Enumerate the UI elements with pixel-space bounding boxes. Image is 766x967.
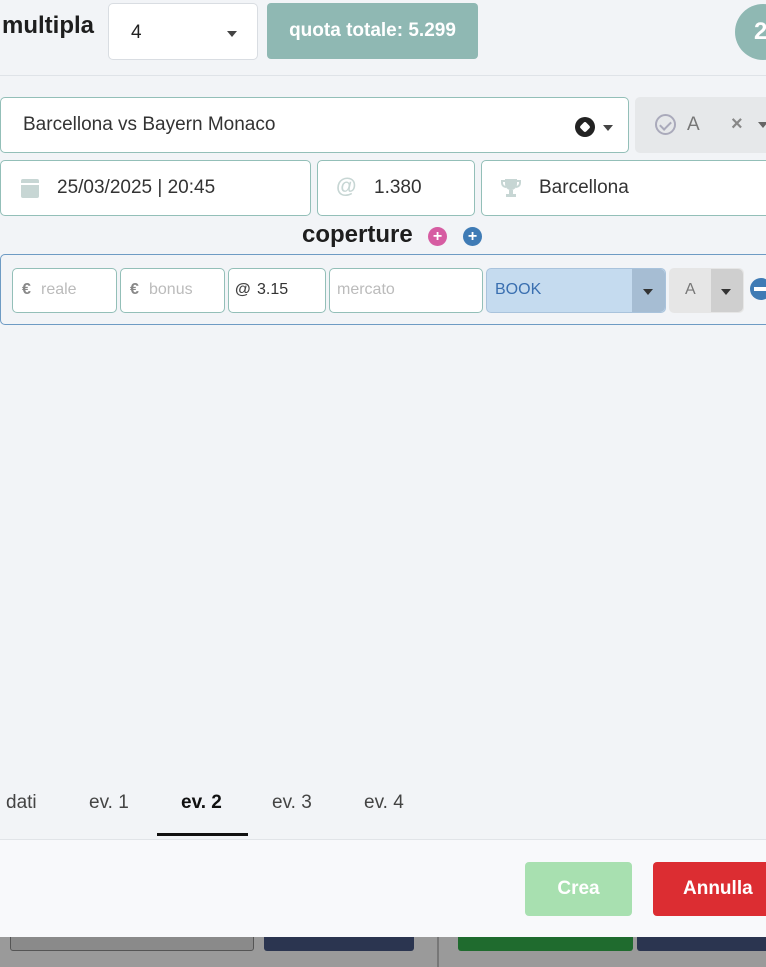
match-input[interactable]: Barcellona vs Bayern Monaco [0, 97, 629, 153]
tab-ev-1[interactable]: ev. 1 [89, 792, 129, 814]
event-count-value: 4 [131, 22, 142, 43]
check-circle-icon [655, 114, 676, 135]
tab-dati[interactable]: dati [6, 792, 37, 814]
background-field [458, 937, 633, 951]
real-stake-input[interactable]: € reale [12, 268, 117, 313]
account-select[interactable]: A [669, 268, 744, 313]
tab-ev-4[interactable]: ev. 4 [364, 792, 404, 814]
clear-icon[interactable]: × [731, 113, 743, 136]
tab-ev-2[interactable]: ev. 2 [181, 792, 222, 814]
cancel-button[interactable]: Annulla [653, 862, 766, 916]
datetime-value: 25/03/2025 | 20:45 [57, 177, 216, 198]
cover-odds-input[interactable]: @ 3.15 [228, 268, 326, 313]
datetime-field[interactable]: 25/03/2025 | 20:45 [0, 160, 311, 216]
chevron-down-icon[interactable] [603, 125, 613, 131]
winner-value: Barcellona [539, 177, 629, 198]
dropdown-toggle[interactable] [711, 269, 743, 312]
chevron-down-icon [643, 289, 653, 295]
match-value: Barcellona vs Bayern Monaco [23, 114, 276, 135]
step-badge: 2 [735, 4, 766, 60]
chevron-down-icon [721, 289, 731, 295]
calendar-icon [21, 179, 39, 198]
divider [437, 937, 439, 967]
modal-header: multipla 4 quota totale: 5.299 2 [0, 0, 766, 76]
euro-icon: € [130, 281, 139, 298]
euro-icon: € [22, 281, 31, 298]
page-title: multipla [2, 12, 95, 39]
tab-ev-3[interactable]: ev. 3 [272, 792, 312, 814]
soccer-ball-icon[interactable] [575, 117, 595, 137]
background-field [264, 937, 414, 951]
odds-field[interactable]: @ 1.380 [317, 160, 475, 216]
total-odds-badge: quota totale: 5.299 [267, 3, 478, 59]
bookmaker-select[interactable]: BOOK [486, 268, 666, 313]
bonus-stake-placeholder: bonus [149, 281, 193, 298]
bookmaker-value: BOOK [495, 281, 542, 298]
event-count-select[interactable]: 4 [108, 3, 258, 60]
background-field [637, 937, 766, 951]
background-field [10, 937, 254, 951]
remove-cover-icon[interactable] [750, 278, 766, 300]
create-button[interactable]: Crea [525, 862, 632, 916]
event-tabs: dati ev. 1 ev. 2 ev. 3 ev. 4 [0, 780, 766, 836]
dropdown-toggle[interactable] [632, 269, 665, 312]
market-input[interactable]: mercato [329, 268, 483, 313]
modal-footer: Crea Annulla [0, 839, 766, 937]
trophy-icon [501, 179, 521, 197]
cover-row: € reale € bonus @ 3.15 mercato BOOK A [0, 254, 766, 325]
add-cover-icon[interactable]: + [463, 227, 482, 246]
chevron-down-icon [227, 31, 237, 37]
real-stake-placeholder: reale [41, 281, 77, 298]
status-value: A [687, 114, 700, 135]
at-icon: @ [235, 281, 251, 298]
at-icon: @ [336, 175, 357, 198]
market-placeholder: mercato [337, 281, 395, 298]
coperture-title: coperture [302, 221, 413, 248]
odds-value: 1.380 [374, 177, 422, 198]
add-bonus-cover-icon[interactable]: + [428, 227, 447, 246]
winner-field[interactable]: Barcellona [481, 160, 766, 216]
account-value: A [685, 281, 696, 298]
active-tab-indicator [157, 833, 248, 836]
background-page [0, 937, 766, 967]
chevron-down-icon[interactable] [758, 122, 766, 128]
bonus-stake-input[interactable]: € bonus [120, 268, 225, 313]
cover-odds-value: 3.15 [257, 281, 289, 298]
